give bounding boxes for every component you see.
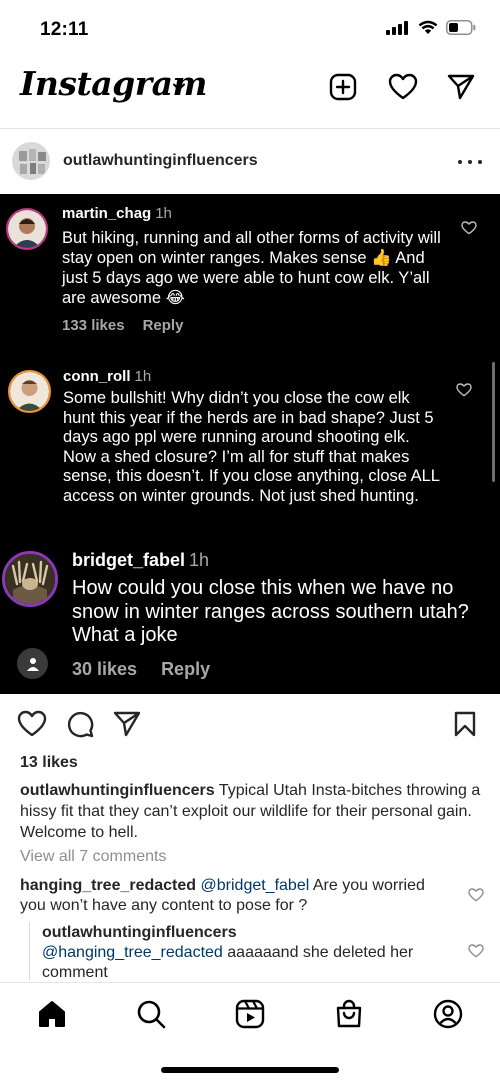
share-button[interactable] (111, 708, 143, 740)
comment-username-text: bridget_fabel (72, 550, 186, 570)
view-all-comments-link[interactable]: View all 7 comments (20, 848, 166, 866)
plus-square-icon (329, 73, 357, 101)
heart-icon (388, 73, 418, 100)
feed-comment-username[interactable]: hanging_tree_redacted (20, 877, 196, 894)
feed-comment-username[interactable]: outlawhuntinginfluencers (42, 924, 237, 941)
like-button[interactable] (16, 708, 48, 740)
comment-likes: 30 likes (72, 659, 138, 679)
scrollbar (492, 362, 495, 482)
like-comment-icon (456, 383, 472, 397)
tab-reels[interactable] (233, 997, 267, 1031)
comment-text: Some bullshit! Why didn’t you close the … (63, 389, 440, 505)
post-header: outlawhuntinginfluencers (0, 130, 500, 194)
post-actions (0, 700, 500, 748)
status-bar: 12:11 (0, 0, 500, 56)
comment-username-text: conn_roll (63, 368, 131, 385)
feed-comment-mention[interactable]: @hanging_tree_redacted (42, 944, 223, 961)
comment-time: 1h (189, 550, 210, 570)
paper-plane-icon (113, 711, 141, 737)
wifi-icon (418, 20, 438, 34)
search-icon (137, 1000, 166, 1029)
app-header: Instagram (0, 56, 500, 118)
activity-button[interactable] (388, 72, 418, 102)
feed-comment: hanging_tree_redacted @bridget_fabel Are… (20, 876, 450, 916)
tab-home[interactable] (35, 997, 69, 1031)
like-comment-icon[interactable] (468, 944, 484, 958)
home-indicator (161, 1067, 339, 1073)
tab-shop[interactable] (332, 997, 366, 1031)
more-dot-icon (458, 160, 462, 164)
avatar-image (10, 372, 49, 411)
home-icon (39, 1001, 65, 1027)
comment-meta: 133 likes Reply (62, 317, 201, 334)
avatar-image (13, 143, 49, 179)
comment-text: How could you close this when we have no… (72, 577, 469, 646)
like-comment-icon[interactable] (468, 888, 484, 902)
comment-button[interactable] (64, 708, 96, 740)
paper-plane-icon (447, 74, 475, 100)
comment-username-text: martin_chag (62, 205, 152, 222)
comment-time: 1h (134, 368, 152, 385)
person-icon (26, 657, 39, 671)
comment-likes: 133 likes (62, 317, 125, 334)
profile-icon (433, 999, 463, 1029)
caption-username[interactable]: outlawhuntinginfluencers (20, 782, 215, 799)
more-dot-icon (468, 160, 472, 164)
heart-icon (17, 710, 47, 737)
comment-bubble-icon (67, 711, 94, 738)
more-options-button[interactable] (458, 152, 482, 172)
comment-avatar (2, 551, 58, 607)
cellular-signal-icon (386, 20, 408, 35)
post-author-username[interactable]: outlawhuntinginfluencers (63, 152, 258, 170)
chevron-down-icon[interactable] (172, 82, 186, 92)
reply-thread-line (29, 922, 30, 980)
battery-icon (446, 20, 476, 35)
header-divider (0, 128, 500, 129)
comment-avatar (6, 208, 48, 250)
reels-icon (235, 999, 265, 1029)
comment-text: But hiking, running and all other forms … (62, 229, 441, 307)
post-author-avatar[interactable] (12, 142, 50, 180)
comment-reply: Reply (161, 659, 211, 679)
status-time: 12:11 (40, 19, 89, 40)
avatar-image (8, 210, 46, 248)
avatar-image (5, 554, 55, 604)
tab-profile[interactable] (431, 997, 465, 1031)
shop-icon (336, 999, 362, 1028)
save-button[interactable] (449, 708, 481, 740)
like-comment-icon (461, 221, 477, 235)
post-image[interactable]: martin_chag 1h But hiking, running and al… (0, 194, 500, 694)
likes-count[interactable]: 13 likes (20, 754, 78, 772)
comment-username: bridget_fabel 1h (72, 550, 209, 571)
more-dot-icon (478, 160, 482, 164)
comment-avatar (8, 370, 51, 413)
direct-messages-button[interactable] (446, 72, 476, 102)
comment-time: 1h (155, 205, 172, 222)
tab-search[interactable] (134, 997, 168, 1031)
feed-comment-mention[interactable]: @bridget_fabel (201, 877, 310, 894)
feed-comment-reply: outlawhuntinginfluencers @hanging_tree_r… (42, 923, 462, 983)
new-post-button[interactable] (328, 72, 358, 102)
comment-reply: Reply (142, 317, 184, 334)
bookmark-icon (454, 711, 476, 737)
user-tag-button[interactable] (17, 648, 48, 679)
status-icons (386, 20, 476, 35)
comment-meta: 30 likes Reply (72, 659, 228, 680)
post-caption: outlawhuntinginfluencers Typical Utah In… (20, 780, 485, 843)
comment-username: martin_chag 1h (62, 205, 172, 222)
comment-username: conn_roll 1h (63, 368, 151, 385)
